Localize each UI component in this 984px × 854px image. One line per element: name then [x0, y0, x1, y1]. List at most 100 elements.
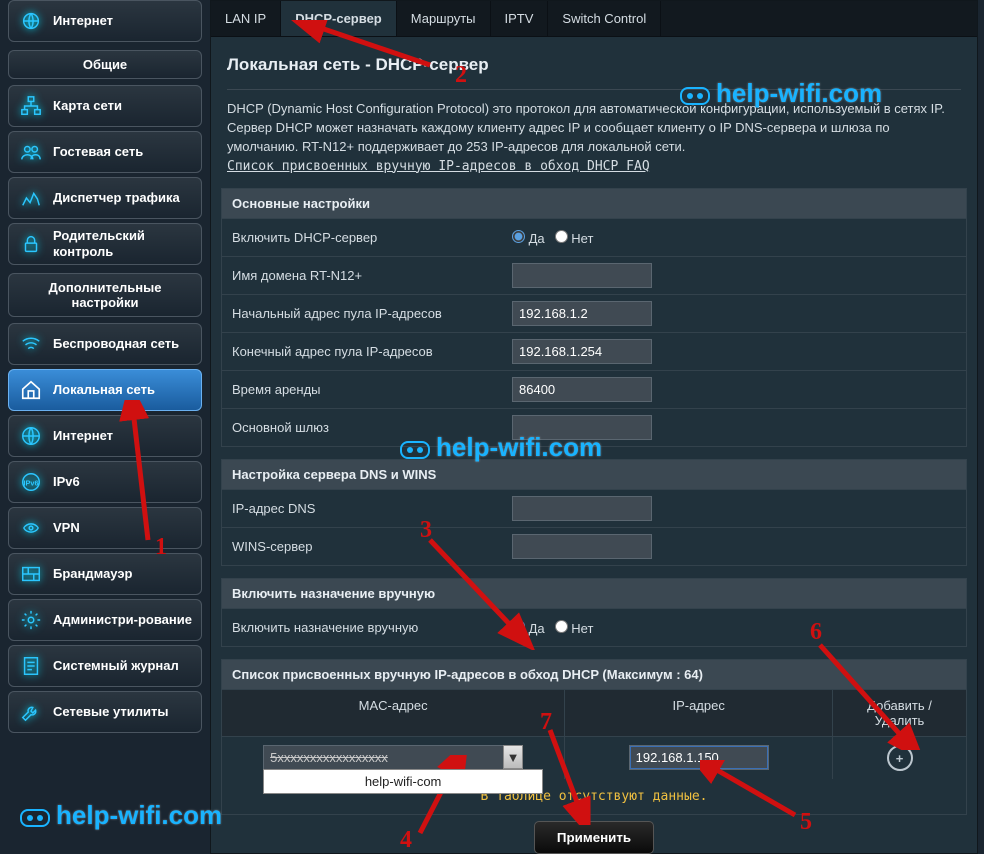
- sidebar-header-general: Общие: [8, 50, 202, 79]
- label: Да: [529, 621, 545, 636]
- radio-yes[interactable]: [512, 230, 525, 243]
- log-icon: [17, 652, 45, 680]
- table-header-row: MAC-адрес IP-адрес Добавить / Удалить: [222, 689, 966, 736]
- watermark-text: help-wifi.com: [56, 800, 222, 830]
- admin-icon: [17, 606, 45, 634]
- input-mac[interactable]: [263, 745, 523, 770]
- label: Системный журнал: [53, 658, 193, 674]
- faq-link[interactable]: Список присвоенных вручную IP-адресов в …: [227, 159, 650, 174]
- label: Сетевые утилиты: [53, 704, 193, 720]
- label-enable-dhcp: Включить DHCP-сервер: [222, 222, 502, 253]
- label-pool-end: Конечный адрес пула IP-адресов: [222, 336, 502, 367]
- sidebar-item-network-tools[interactable]: Сетевые утилиты: [8, 691, 202, 733]
- input-wins[interactable]: [512, 534, 652, 559]
- label-manual: Включить назначение вручную: [222, 612, 502, 643]
- input-ip[interactable]: [629, 745, 769, 770]
- label-gateway: Основной шлюз: [222, 412, 502, 443]
- globe-pulse-icon: [17, 7, 45, 35]
- plus-icon: +: [896, 751, 904, 766]
- tab-iptv[interactable]: IPTV: [491, 1, 549, 36]
- tab-switch-control[interactable]: Switch Control: [548, 1, 661, 36]
- sidebar-item-wireless[interactable]: Беспроводная сеть: [8, 323, 202, 365]
- panel-dns-wins: Настройка сервера DNS и WINS IP-адрес DN…: [221, 459, 967, 566]
- home-icon: [17, 376, 45, 404]
- ipv6-icon: IPv6: [17, 468, 45, 496]
- tab-routes[interactable]: Маршруты: [397, 1, 491, 36]
- label-lease: Время аренды: [222, 374, 502, 405]
- input-pool-start[interactable]: [512, 301, 652, 326]
- apply-button[interactable]: Применить: [534, 821, 654, 854]
- annotation-num-2: 2: [455, 63, 467, 87]
- sidebar-item-traffic-manager[interactable]: Диспетчер трафика: [8, 177, 202, 219]
- main-content: LAN IP DHCP-сервер Маршруты IPTV Switch …: [210, 0, 978, 854]
- sidebar-item-ipv6[interactable]: IPv6 IPv6: [8, 461, 202, 503]
- label: Интернет: [53, 13, 193, 29]
- annotation-num-6: 6: [810, 620, 822, 644]
- label: Беспроводная сеть: [53, 336, 193, 352]
- sidebar-item-wan[interactable]: Интернет: [8, 415, 202, 457]
- traffic-monitor-icon: [17, 184, 45, 212]
- sidebar-item-parental-control[interactable]: Родительский контроль: [8, 223, 202, 265]
- input-gateway[interactable]: [512, 415, 652, 440]
- label: Гостевая сеть: [53, 144, 193, 160]
- label: Нет: [571, 621, 593, 636]
- sidebar-item-guest-network[interactable]: Гостевая сеть: [8, 131, 202, 173]
- sidebar-item-internet-top[interactable]: Интернет: [8, 0, 202, 42]
- label: Диспетчер трафика: [53, 190, 193, 206]
- radio-no[interactable]: [555, 230, 568, 243]
- annotation-num-1: 1: [155, 535, 167, 559]
- sidebar-item-network-map[interactable]: Карта сети: [8, 85, 202, 127]
- panel-basic-settings: Основные настройки Включить DHCP-сервер …: [221, 188, 967, 447]
- label-pool-start: Начальный адрес пула IP-адресов: [222, 298, 502, 329]
- sidebar-item-vpn[interactable]: VPN: [8, 507, 202, 549]
- tab-lan-ip[interactable]: LAN IP: [211, 1, 281, 36]
- radio-yes-label: Да: [529, 231, 545, 246]
- label-dns: IP-адрес DNS: [222, 493, 502, 524]
- label: Локальная сеть: [53, 382, 193, 398]
- table-input-row: ▼ help-wifi-com +: [222, 736, 966, 779]
- panel-header: Настройка сервера DNS и WINS: [222, 460, 966, 489]
- sitemap-icon: [17, 92, 45, 120]
- radio-manual[interactable]: Да Нет: [512, 620, 956, 636]
- annotation-num-5: 5: [800, 810, 812, 834]
- page-description: DHCP (Dynamic Host Configuration Protoco…: [211, 100, 977, 176]
- panel-header: Включить назначение вручную: [222, 579, 966, 608]
- input-lease[interactable]: [512, 377, 652, 402]
- radio-enable-dhcp[interactable]: Да Нет: [512, 230, 956, 246]
- annotation-num-3: 3: [420, 518, 432, 542]
- input-pool-end[interactable]: [512, 339, 652, 364]
- col-ip: IP-адрес: [564, 690, 832, 736]
- description-text: DHCP (Dynamic Host Configuration Protoco…: [227, 101, 945, 154]
- col-act: Добавить / Удалить: [832, 690, 966, 736]
- label: Брандмауэр: [53, 566, 193, 582]
- divider: [227, 89, 961, 90]
- dropdown-option[interactable]: help-wifi-com: [263, 769, 543, 794]
- add-button[interactable]: +: [887, 745, 913, 771]
- label: IPv6: [53, 474, 193, 490]
- label-domain: Имя домена RT-N12+: [222, 260, 502, 291]
- annotation-num-4: 4: [400, 828, 412, 852]
- sidebar-item-system-log[interactable]: Системный журнал: [8, 645, 202, 687]
- input-domain[interactable]: [512, 263, 652, 288]
- watermark-icon: [20, 809, 50, 827]
- radio-manual-no[interactable]: [555, 620, 568, 633]
- radio-no-label: Нет: [571, 231, 593, 246]
- tools-icon: [17, 698, 45, 726]
- tab-dhcp-server[interactable]: DHCP-сервер: [281, 1, 397, 36]
- input-dns[interactable]: [512, 496, 652, 521]
- dropdown-toggle[interactable]: ▼: [503, 745, 523, 769]
- sidebar-item-administration[interactable]: Администри-рование: [8, 599, 202, 641]
- label: Администри-рование: [53, 612, 193, 628]
- panel-manual-assignment: Включить назначение вручную Включить наз…: [221, 578, 967, 647]
- col-mac: MAC-адрес: [222, 690, 564, 736]
- firewall-icon: [17, 560, 45, 588]
- sidebar-item-lan[interactable]: Локальная сеть: [8, 369, 202, 411]
- globe-icon: [17, 422, 45, 450]
- tabs: LAN IP DHCP-сервер Маршруты IPTV Switch …: [211, 1, 977, 37]
- annotation-num-7: 7: [540, 710, 552, 734]
- sidebar-header-advanced: Дополнительные настройки: [8, 273, 202, 317]
- radio-manual-yes[interactable]: [512, 620, 525, 633]
- guest-network-icon: [17, 138, 45, 166]
- lock-icon: [17, 230, 45, 258]
- sidebar-item-firewall[interactable]: Брандмауэр: [8, 553, 202, 595]
